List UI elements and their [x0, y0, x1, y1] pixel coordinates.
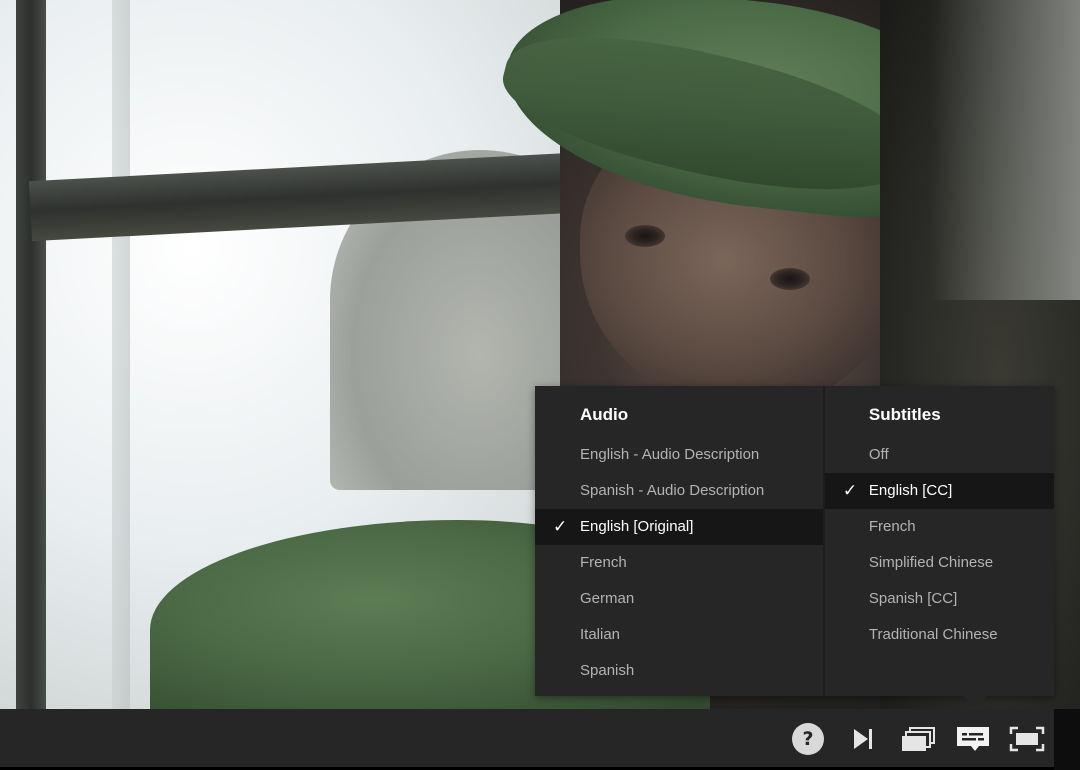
audio-option[interactable]: French: [535, 545, 823, 581]
subtitle-option-label: Simplified Chinese: [868, 554, 994, 571]
subtitle-option-label: Spanish [CC]: [868, 590, 958, 607]
fullscreen-icon: [1009, 726, 1045, 752]
subtitle-option[interactable]: Traditional Chinese: [825, 617, 1054, 653]
audio-option[interactable]: ✓ English [Original]: [535, 509, 823, 545]
next-episode-icon: [854, 729, 872, 749]
audio-option[interactable]: German: [535, 581, 823, 617]
audio-option[interactable]: Italian: [535, 617, 823, 653]
subtitle-option-label: English [CC]: [868, 482, 953, 499]
subtitles-audio-button[interactable]: [954, 722, 992, 756]
help-icon: ?: [802, 728, 814, 750]
audio-subtitles-menu: Audio English - Audio Description Spanish…: [535, 386, 1054, 696]
subtitle-option[interactable]: Spanish [CC]: [825, 581, 1054, 617]
subtitle-option-label: Off: [868, 446, 889, 463]
subtitle-option[interactable]: ✓ English [CC]: [824, 473, 1054, 509]
person-eye: [625, 225, 665, 247]
subtitle-option-label: French: [868, 518, 916, 535]
subtitle-option[interactable]: French: [825, 509, 1054, 545]
audio-options: English - Audio Description Spanish - Aud…: [535, 437, 823, 689]
fullscreen-button[interactable]: [1008, 722, 1046, 756]
subtitle-option[interactable]: Off: [825, 437, 1054, 473]
next-episode-button[interactable]: [848, 722, 878, 756]
window-frame-bar: [16, 0, 46, 710]
audio-option-label: Spanish - Audio Description: [580, 482, 765, 499]
audio-option-label: English [Original]: [580, 518, 694, 535]
subtitles-column: Subtitles Off ✓ English [CC] French Simplifi…: [822, 386, 1054, 696]
audio-column: Audio English - Audio Description Spanish…: [535, 386, 823, 696]
audio-option[interactable]: English - Audio Description: [535, 437, 823, 473]
scene-light: [930, 0, 1080, 300]
control-bar-edge: [1054, 709, 1080, 770]
audio-option-label: English - Audio Description: [580, 446, 760, 463]
audio-option-label: Italian: [580, 626, 621, 643]
audio-heading: Audio: [580, 405, 629, 424]
subtitles-audio-icon: [957, 727, 989, 751]
check-icon: ✓: [553, 517, 568, 536]
check-icon: ✓: [842, 481, 858, 500]
subtitle-option[interactable]: Simplified Chinese: [825, 545, 1054, 581]
menu-pointer: [963, 696, 987, 707]
episodes-icon: [902, 727, 935, 751]
episodes-button[interactable]: [898, 722, 938, 756]
audio-option-label: Spanish: [580, 662, 635, 679]
audio-option[interactable]: Spanish - Audio Description: [535, 473, 823, 509]
subtitles-heading: Subtitles: [868, 405, 941, 424]
audio-option-label: French: [580, 554, 627, 571]
subtitle-option-label: Traditional Chinese: [868, 626, 998, 643]
person-eye: [770, 268, 810, 290]
audio-option-label: German: [580, 590, 635, 607]
audio-option[interactable]: Spanish: [535, 653, 823, 689]
player-control-bar: [0, 709, 1054, 767]
window-frame-bar: [112, 0, 130, 710]
help-button[interactable]: ?: [792, 723, 824, 755]
subtitle-options: Off ✓ English [CC] French Simplified Chinese…: [824, 437, 1054, 653]
